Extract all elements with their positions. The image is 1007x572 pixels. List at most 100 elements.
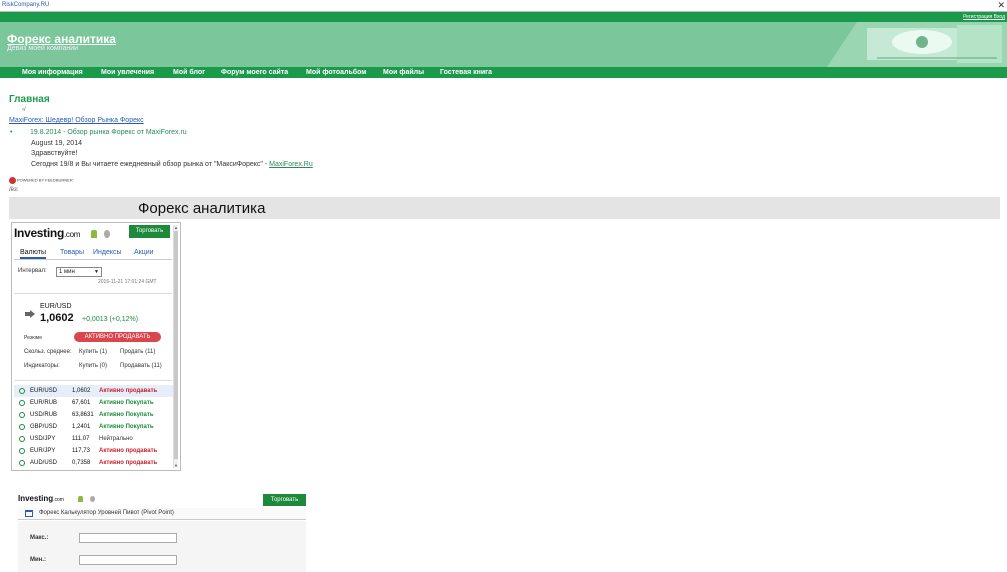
maxiforex-link[interactable]: MaxiForex.Ru <box>269 161 313 168</box>
table-row[interactable]: EUR/JPY 117,73 Активно продавать <box>14 445 174 457</box>
moving-averages-sell: Продать (11) <box>120 349 156 355</box>
row-price: 1,2401 <box>72 424 91 430</box>
arrow-right-icon <box>25 310 35 318</box>
clock-icon <box>19 412 25 418</box>
scroll-up-icon[interactable]: ▲ <box>174 225 178 230</box>
title-bar: RiskCompany.RU ✕ <box>0 0 1007 12</box>
widget-scrollbar[interactable]: ▲ ▼ <box>173 225 178 468</box>
nav-item-hobbies[interactable]: Мои увлечения <box>101 69 154 76</box>
summary-badge: АКТИВНО ПРОДАВАТЬ <box>74 332 161 342</box>
logo-tld: .com <box>53 497 64 503</box>
min-input[interactable] <box>79 555 177 565</box>
register-login-link[interactable]: Регистрация Вход <box>963 14 1005 20</box>
min-label: Мин.: <box>30 557 46 563</box>
interval-label: Интервал: <box>18 268 47 274</box>
table-row[interactable]: EUR/USD 1,0602 Активно продавать <box>14 385 174 397</box>
row-signal: Нейтрально <box>99 436 133 442</box>
table-row[interactable]: EUR/RUB 67,601 Активно Покупать <box>14 397 174 409</box>
logo-tld: .com <box>63 230 81 239</box>
table-row[interactable]: GBP/USD 1,2401 Активно Покупать <box>14 421 174 433</box>
tab-indices[interactable]: Индексы <box>93 249 122 256</box>
logo-main: Investing <box>18 494 54 503</box>
site-subtitle: Девиз моей компании <box>7 45 79 52</box>
trade-button[interactable]: Торговать <box>129 225 170 238</box>
row-signal: Активно продавать <box>99 448 158 454</box>
widget-tabs: Валюты Товары Индексы Акции <box>14 248 172 260</box>
row-symbol: EUR/RUB <box>30 400 58 406</box>
nav-item-forum[interactable]: Форум моего сайта <box>221 69 288 76</box>
row-price: 111,07 <box>72 436 90 442</box>
table-row[interactable]: USD/JPY 111,07 Нейтрально <box>14 433 174 445</box>
max-label: Макс.: <box>30 535 49 541</box>
row-symbol: EUR/USD <box>30 388 58 394</box>
logo-main: Investing <box>14 226 64 240</box>
tab-currencies[interactable]: Валюты <box>20 249 46 259</box>
tab-stocks[interactable]: Акции <box>134 249 154 256</box>
page-title: Главная <box>9 94 50 105</box>
divider <box>14 293 172 294</box>
nav-item-blog[interactable]: Мой блог <box>173 69 205 76</box>
header-decoration-image <box>827 22 1007 67</box>
clock-icon <box>19 424 25 430</box>
site-title-link[interactable]: Форекс аналитика <box>7 32 116 46</box>
nav-item-files[interactable]: Мои файлы <box>383 69 424 76</box>
pair-change: +0,0013 (+0,12%) <box>82 316 139 323</box>
powered-by-feedburner[interactable]: POWERED BY FEEDBURNER <box>9 177 73 184</box>
calendar-icon <box>25 510 33 517</box>
bullet-icon: • <box>10 129 13 136</box>
investing-logo[interactable]: Investing.com <box>14 226 80 240</box>
row-price: 0,7358 <box>72 460 91 466</box>
news-date: August 19, 2014 <box>31 140 82 147</box>
site-name: RiskCompany.RU <box>2 2 50 8</box>
calculator-title-bar: Форекс Калькулятор Уровней Пивот (Pivot … <box>18 508 306 520</box>
clock-icon <box>19 460 25 466</box>
nav-item-photo-album[interactable]: Мой фотоальбом <box>306 69 366 76</box>
android-icon[interactable] <box>91 230 97 238</box>
interval-value: 1 мин <box>59 269 75 275</box>
indicators-label: Индикаторы: <box>24 363 60 369</box>
misc-text: /ёз: <box>9 187 19 193</box>
quotes-table: EUR/USD 1,0602 Активно продавать EUR/RUB… <box>14 385 174 469</box>
scroll-down-icon[interactable]: ▼ <box>174 463 178 468</box>
trade-button[interactable]: Торговать <box>263 494 306 506</box>
news-link[interactable]: 19.8.2014 - Обзор рынка Форекс от MaxiFo… <box>30 129 187 136</box>
interval-select[interactable]: 1 мин ▼ <box>56 267 102 277</box>
pivot-calculator-widget: Investing.com Торговать Форекс Калькулят… <box>18 491 306 572</box>
summary-label: Резюме <box>24 335 42 341</box>
row-price: 1,0602 <box>72 388 91 394</box>
table-row[interactable]: USD/RUB 63,8631 Активно Покупать <box>14 409 174 421</box>
timestamp: 2016-11-21 17:01:24 GMT <box>98 279 157 285</box>
news-body: Сегодня 19/8 и Вы читаете ежедневный обз… <box>31 161 313 168</box>
news-greeting: Здравствуйте! <box>31 150 78 157</box>
indicators-buy: Купить (0) <box>79 363 107 369</box>
close-icon[interactable]: ✕ <box>997 0 1005 11</box>
scroll-thumb[interactable] <box>174 231 178 459</box>
table-row[interactable]: AUD/USD 0,7358 Активно продавать <box>14 457 174 469</box>
apple-icon[interactable] <box>90 496 95 502</box>
banner-title: Форекс аналитика <box>138 200 266 217</box>
row-signal: Активно Покупать <box>99 424 154 430</box>
apple-icon[interactable] <box>104 230 110 238</box>
investing-quotes-widget: Investing.com Торговать Валюты Товары Ин… <box>11 222 181 471</box>
pair-price: 1,0602 <box>40 312 74 324</box>
top-green-bar: Регистрация Вход <box>0 12 1007 22</box>
row-signal: Активно Покупать <box>99 400 154 406</box>
android-icon[interactable] <box>78 496 83 502</box>
max-input[interactable] <box>79 533 177 543</box>
nav-item-guestbook[interactable]: Гостевая книга <box>440 69 492 76</box>
row-symbol: USD/RUB <box>30 412 58 418</box>
rss-title-link[interactable]: MaxiForex: Шедевр! Обзор Рынка Форекс <box>9 117 144 124</box>
feedburner-icon <box>9 177 16 184</box>
nav-item-my-info[interactable]: Моя информация <box>22 69 83 76</box>
investing-logo[interactable]: Investing.com <box>18 494 64 503</box>
tab-commodities[interactable]: Товары <box>60 249 84 256</box>
tiny-mark: ‹/ <box>22 107 26 113</box>
moving-averages-label: Скольз. среднее: <box>24 349 72 355</box>
row-signal: Активно Покупать <box>99 412 154 418</box>
divider <box>14 380 172 381</box>
clock-icon <box>19 400 25 406</box>
row-price: 117,73 <box>72 448 90 454</box>
clock-icon <box>19 436 25 442</box>
row-symbol: GBP/USD <box>30 424 58 430</box>
powered-text: POWERED BY FEEDBURNER <box>17 177 73 183</box>
